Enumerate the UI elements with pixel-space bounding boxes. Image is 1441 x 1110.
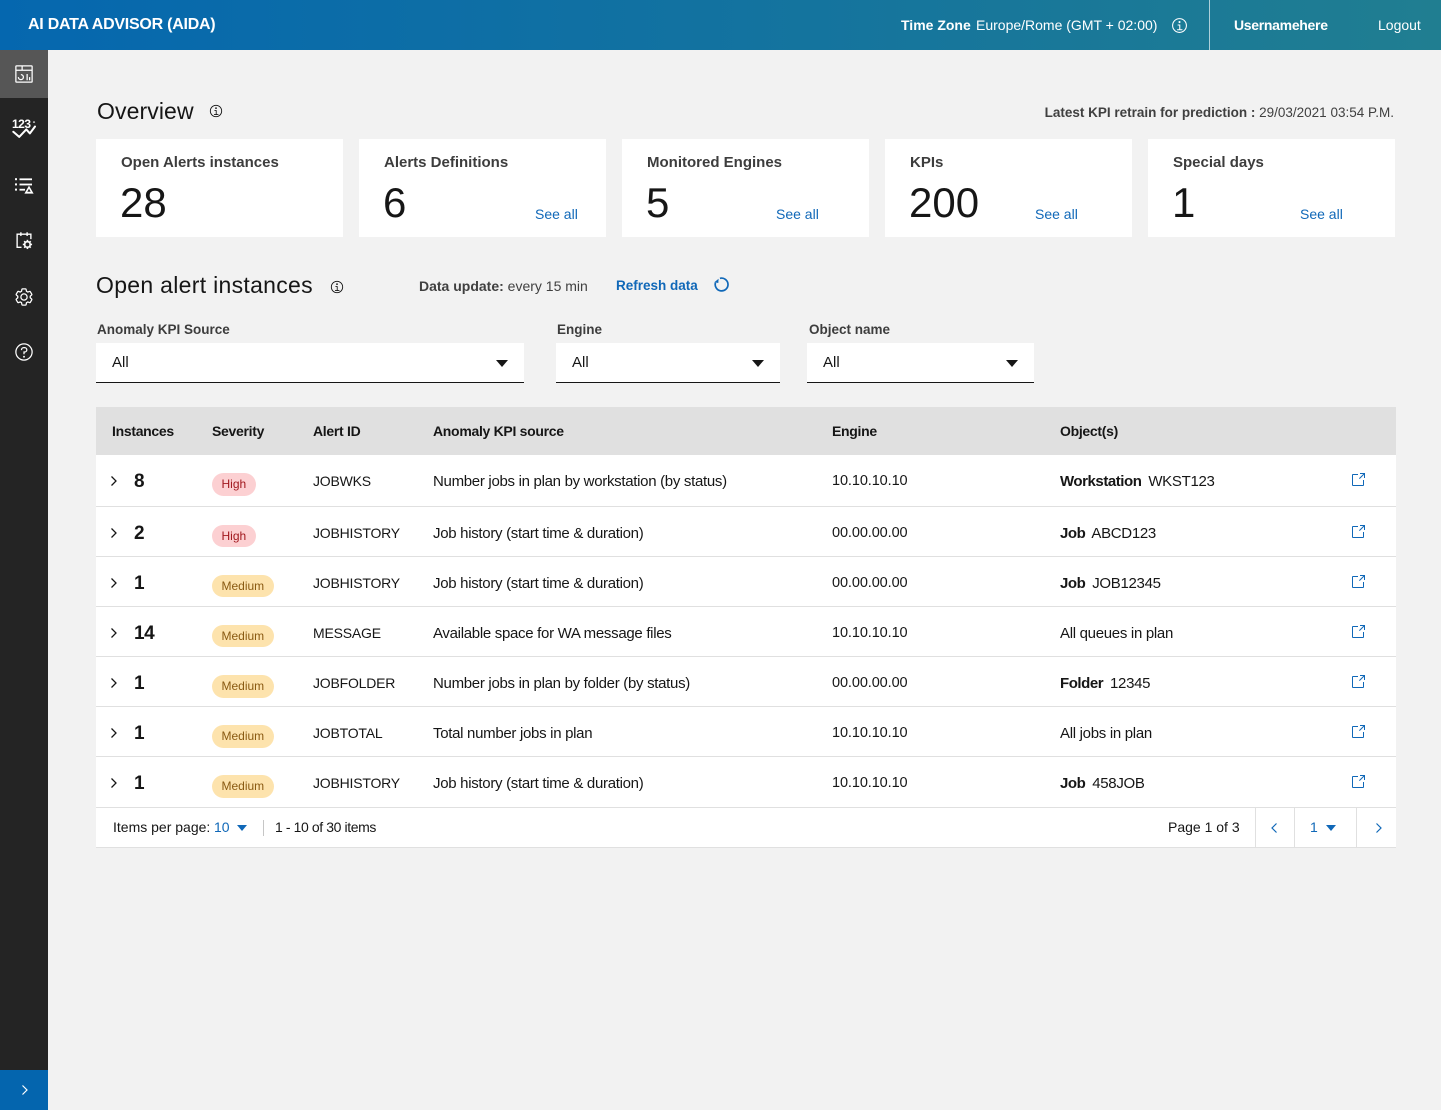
svg-text:123: 123 (12, 119, 31, 131)
